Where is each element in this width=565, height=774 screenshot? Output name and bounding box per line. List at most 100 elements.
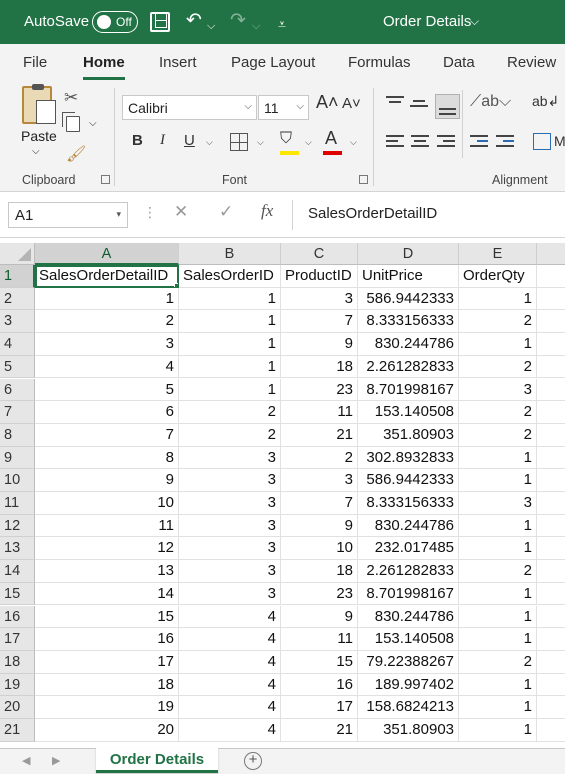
row-header[interactable]: 8 xyxy=(0,423,35,447)
row-header[interactable]: 12 xyxy=(0,514,35,538)
save-icon[interactable] xyxy=(150,12,170,32)
fill-color-dropdown-icon[interactable]: ⌵ xyxy=(305,137,312,148)
cell[interactable] xyxy=(537,356,565,379)
cell[interactable]: 3 xyxy=(459,378,537,402)
cell[interactable]: 4 xyxy=(179,673,281,697)
cell[interactable]: 1 xyxy=(459,673,537,697)
cell[interactable]: 23 xyxy=(281,378,358,402)
column-header-e[interactable]: E xyxy=(459,243,537,265)
tab-file[interactable]: File xyxy=(23,54,47,71)
bold-button[interactable]: B xyxy=(132,132,143,149)
row-header[interactable]: 2 xyxy=(0,287,35,311)
undo-icon[interactable]: ↶ xyxy=(186,10,202,32)
align-top-icon[interactable] xyxy=(386,96,404,112)
column-header-f[interactable] xyxy=(537,243,565,265)
cell[interactable]: 2 xyxy=(459,401,537,424)
cell[interactable]: 2 xyxy=(281,446,358,470)
cell[interactable]: 153.140508 xyxy=(358,401,459,424)
tab-home[interactable]: Home xyxy=(83,54,125,80)
row-header[interactable]: 18 xyxy=(0,650,35,674)
cell[interactable] xyxy=(537,447,565,470)
row-header[interactable]: 15 xyxy=(0,582,35,606)
cell[interactable]: 6 xyxy=(35,401,179,424)
cell[interactable]: OrderQty xyxy=(459,265,537,288)
cell[interactable] xyxy=(537,310,565,334)
cell[interactable]: 20 xyxy=(35,719,179,742)
cell[interactable]: 2.261282833 xyxy=(358,560,459,583)
cell[interactable]: 4 xyxy=(179,605,281,629)
cell[interactable] xyxy=(537,696,565,719)
cell[interactable]: 14 xyxy=(35,582,179,606)
cell[interactable]: 1 xyxy=(459,287,537,311)
more-icon[interactable]: ⋮ xyxy=(143,204,157,221)
align-middle-icon[interactable] xyxy=(410,96,428,112)
cut-icon[interactable]: ✂ xyxy=(64,88,78,108)
font-launcher-icon[interactable] xyxy=(359,175,368,184)
row-header[interactable]: 16 xyxy=(0,605,35,629)
underline-button[interactable]: U xyxy=(184,132,195,149)
cell[interactable]: 3 xyxy=(179,446,281,470)
cell[interactable]: 586.9442333 xyxy=(358,469,459,492)
cell[interactable]: 18 xyxy=(281,355,358,379)
cell[interactable]: 1 xyxy=(179,355,281,379)
column-header-c[interactable]: C xyxy=(281,243,358,265)
cell[interactable]: 15 xyxy=(35,605,179,629)
italic-button[interactable]: I xyxy=(160,132,165,149)
decrease-indent-icon[interactable] xyxy=(470,135,488,151)
cell[interactable]: SalesOrderID xyxy=(179,265,281,288)
autosave-toggle[interactable]: Off xyxy=(92,11,138,33)
cell[interactable] xyxy=(537,424,565,447)
cell[interactable]: 1 xyxy=(179,378,281,402)
copy-icon[interactable] xyxy=(62,112,80,132)
borders-icon[interactable] xyxy=(230,133,248,151)
paste-icon[interactable] xyxy=(22,84,56,124)
cell[interactable]: 8.333156333 xyxy=(358,310,459,334)
cell[interactable]: 7 xyxy=(281,310,358,334)
borders-dropdown-icon[interactable]: ⌵ xyxy=(257,137,264,148)
cell[interactable]: 586.9442333 xyxy=(358,287,459,311)
font-name-select[interactable]: Calibri ⌵ xyxy=(122,95,257,120)
row-header[interactable]: 14 xyxy=(0,560,35,583)
cell[interactable]: 4 xyxy=(179,719,281,742)
cell[interactable]: 351.80903 xyxy=(358,423,459,447)
align-right-icon[interactable] xyxy=(437,135,455,151)
increase-indent-icon[interactable] xyxy=(496,135,514,151)
cell[interactable] xyxy=(537,469,565,492)
cell[interactable] xyxy=(537,401,565,424)
cell[interactable]: 7 xyxy=(281,492,358,515)
cancel-icon[interactable]: ✕ xyxy=(174,202,188,222)
cell[interactable]: 1 xyxy=(459,628,537,651)
cell[interactable]: 15 xyxy=(281,650,358,674)
cell[interactable]: 4 xyxy=(179,628,281,651)
cell[interactable]: 302.8932833 xyxy=(358,446,459,470)
cell[interactable]: 19 xyxy=(35,696,179,719)
cell[interactable]: 10 xyxy=(35,492,179,515)
cell[interactable]: UnitPrice xyxy=(358,265,459,288)
tab-page-layout[interactable]: Page Layout xyxy=(231,54,315,71)
name-box[interactable]: A1 ▾ xyxy=(8,202,128,228)
cell[interactable]: 23 xyxy=(281,582,358,606)
column-header-a[interactable]: A xyxy=(35,243,179,265)
cell[interactable]: 1 xyxy=(179,310,281,334)
cell[interactable]: 1 xyxy=(459,696,537,719)
cell[interactable]: 1 xyxy=(459,514,537,538)
cell[interactable] xyxy=(537,560,565,583)
column-header-b[interactable]: B xyxy=(179,243,281,265)
row-header[interactable]: 9 xyxy=(0,446,35,470)
wrap-text-icon[interactable]: ab↲ xyxy=(532,93,559,110)
customize-qat-icon[interactable]: ⩡ xyxy=(278,13,286,35)
copy-dropdown-icon[interactable]: ⌵ xyxy=(89,118,97,129)
insert-function-button[interactable]: fx xyxy=(261,201,273,221)
cell[interactable]: 11 xyxy=(281,628,358,651)
merge-center-icon[interactable] xyxy=(533,133,551,150)
cell[interactable]: 18 xyxy=(35,673,179,697)
grow-font-button[interactable]: A˄ xyxy=(316,92,339,113)
merge-center-label[interactable]: M xyxy=(554,133,565,149)
cell[interactable]: 1 xyxy=(459,537,537,561)
cell[interactable]: 16 xyxy=(281,673,358,697)
row-header[interactable]: 13 xyxy=(0,537,35,561)
cell[interactable] xyxy=(537,719,565,742)
cell[interactable]: 2 xyxy=(179,401,281,424)
cell[interactable]: 16 xyxy=(35,628,179,651)
cell[interactable]: 9 xyxy=(35,469,179,492)
